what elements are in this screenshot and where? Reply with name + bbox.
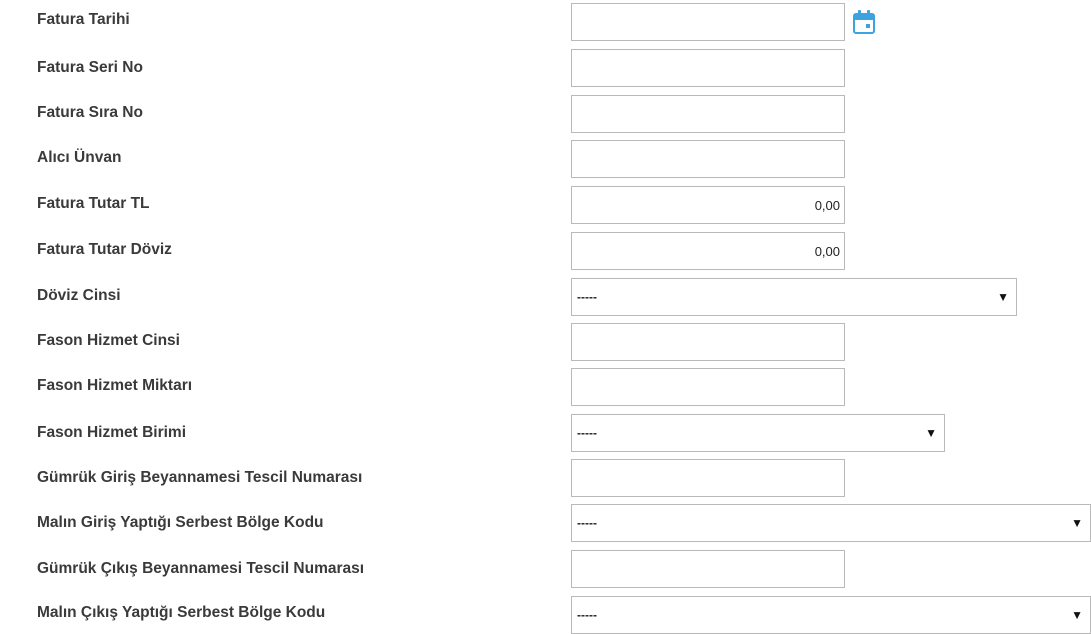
gumruk-giris-tescil-input[interactable] [571, 459, 845, 497]
malin-cikis-bolge-select[interactable]: ----- ▼ [571, 596, 1091, 634]
doviz-cinsi-selected-value: ----- [577, 290, 597, 304]
gumruk-cikis-tescil-input[interactable] [571, 550, 845, 588]
fatura-tutar-doviz-input[interactable] [571, 232, 845, 270]
triangle-down-icon: ▼ [925, 426, 937, 440]
malin-cikis-bolge-selected-value: ----- [577, 608, 597, 622]
fatura-tarihi-label: Fatura Tarihi [37, 11, 130, 28]
fatura-sira-no-input[interactable] [571, 95, 845, 133]
malin-cikis-bolge-label: Malın Çıkış Yaptığı Serbest Bölge Kodu [37, 604, 326, 621]
doviz-cinsi-label: Döviz Cinsi [37, 287, 121, 304]
gumruk-cikis-tescil-label: Gümrük Çıkış Beyannamesi Tescil Numarası [37, 560, 365, 577]
fason-hizmet-miktari-label: Fason Hizmet Miktarı [37, 377, 193, 394]
triangle-down-icon: ▼ [1071, 516, 1083, 530]
gumruk-giris-tescil-label: Gümrük Giriş Beyannamesi Tescil Numarası [37, 469, 363, 486]
fatura-seri-no-label: Fatura Seri No [37, 59, 143, 76]
alici-unvan-label: Alıcı Ünvan [37, 149, 122, 166]
malin-giris-bolge-selected-value: ----- [577, 516, 597, 530]
fatura-tutar-doviz-label: Fatura Tutar Döviz [37, 241, 172, 258]
fason-hizmet-birimi-select[interactable]: ----- ▼ [571, 414, 945, 452]
fason-hizmet-cinsi-input[interactable] [571, 323, 845, 361]
triangle-down-icon: ▼ [997, 290, 1009, 304]
fason-hizmet-miktari-input[interactable] [571, 368, 845, 406]
fatura-tutar-tl-input[interactable] [571, 186, 845, 224]
fason-hizmet-birimi-label: Fason Hizmet Birimi [37, 424, 186, 441]
fason-hizmet-cinsi-label: Fason Hizmet Cinsi [37, 332, 180, 349]
triangle-down-icon: ▼ [1071, 608, 1083, 622]
malin-giris-bolge-label: Malın Giriş Yaptığı Serbest Bölge Kodu [37, 514, 324, 531]
fatura-sira-no-label: Fatura Sıra No [37, 104, 143, 121]
doviz-cinsi-select[interactable]: ----- ▼ [571, 278, 1017, 316]
fason-hizmet-birimi-selected-value: ----- [577, 426, 597, 440]
malin-giris-bolge-select[interactable]: ----- ▼ [571, 504, 1091, 542]
alici-unvan-input[interactable] [571, 140, 845, 178]
fatura-tarihi-input[interactable] [571, 3, 845, 41]
fatura-seri-no-input[interactable] [571, 49, 845, 87]
fatura-tutar-tl-label: Fatura Tutar TL [37, 195, 150, 212]
calendar-icon[interactable] [852, 9, 876, 35]
